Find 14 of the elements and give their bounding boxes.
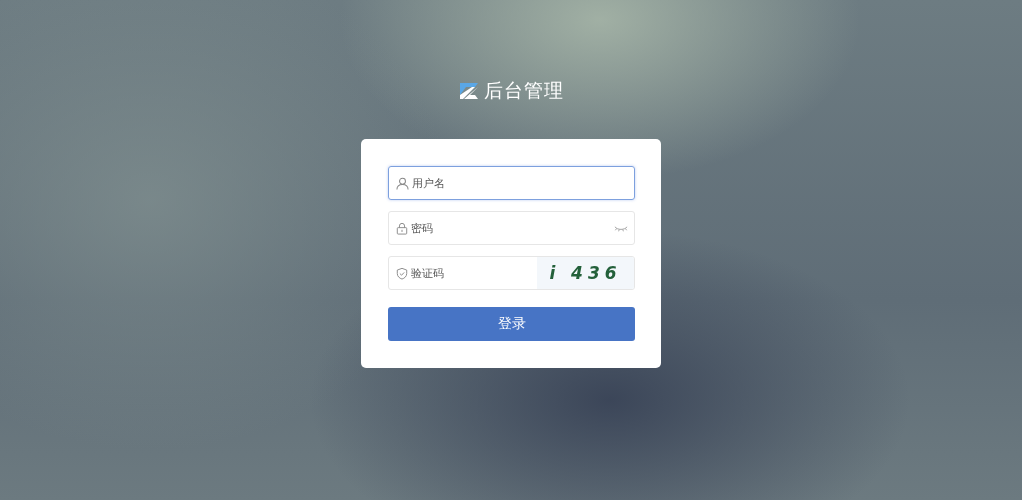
text-input[interactable]: 用户名 <box>412 176 634 190</box>
text-input[interactable]: 验证码 <box>411 266 537 280</box>
lock-icon <box>396 221 408 235</box>
captcha-field[interactable]: 验证码 i 436 <box>388 256 635 290</box>
text-input[interactable]: 密码 <box>411 221 614 235</box>
user-icon <box>396 176 409 190</box>
logo-icon <box>458 82 480 100</box>
eye-closed-icon[interactable] <box>614 224 628 232</box>
username-field[interactable]: 用户名 <box>388 166 635 200</box>
app-title: 后台管理 <box>484 78 564 103</box>
captcha-image[interactable]: i 436 <box>537 257 634 289</box>
password-field[interactable]: 密码 <box>388 211 635 245</box>
shield-icon <box>396 266 408 280</box>
login-button[interactable]: 登录 <box>388 307 635 341</box>
